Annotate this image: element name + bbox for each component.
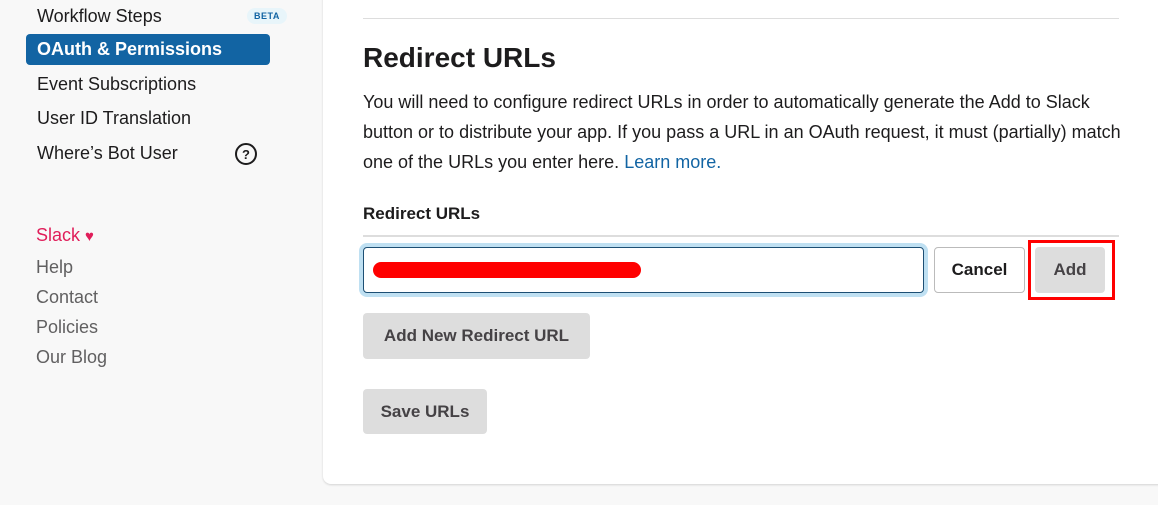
slack-label: Slack: [36, 225, 81, 245]
sidebar-item-label: OAuth & Permissions: [37, 39, 223, 59]
page: Workflow Steps BETA OAuth & Permissions …: [0, 0, 1158, 505]
section-description: You will need to configure redirect URLs…: [363, 87, 1123, 177]
section-divider: [363, 18, 1119, 19]
sidebar-footer: Slack ♥ Help Contact Policies Our Blog: [36, 220, 107, 372]
save-urls-button[interactable]: Save URLs: [363, 389, 487, 434]
sidebar-item-label: User ID Translation: [37, 108, 192, 128]
sidebar-item-label: Workflow Steps: [37, 6, 162, 26]
learn-more-link[interactable]: Learn more.: [624, 152, 721, 172]
heart-icon: ♥: [85, 228, 94, 245]
footer-link-policies[interactable]: Policies: [36, 312, 107, 342]
add-new-redirect-url-button[interactable]: Add New Redirect URL: [363, 313, 590, 359]
redirect-urls-card: Redirect URLs You will need to configure…: [323, 0, 1158, 484]
sidebar-item-oauth-permissions[interactable]: OAuth & Permissions: [26, 34, 270, 65]
sidebar-item-workflow-steps[interactable]: Workflow Steps BETA: [26, 1, 287, 32]
sidebar-item-label: Event Subscriptions: [37, 74, 197, 94]
redirect-urls-label: Redirect URLs: [363, 204, 481, 223]
sidebar-item-wheres-bot-user[interactable]: Where’s Bot User: [26, 138, 270, 169]
footer-link-slack[interactable]: Slack ♥: [36, 220, 107, 252]
add-button[interactable]: Add: [1035, 247, 1105, 293]
footer-link-our-blog[interactable]: Our Blog: [36, 342, 107, 372]
description-text: You will need to configure redirect URLs…: [363, 92, 1121, 172]
footer-link-help[interactable]: Help: [36, 252, 107, 282]
section-title: Redirect URLs: [363, 42, 556, 73]
sidebar: Workflow Steps BETA OAuth & Permissions …: [0, 0, 300, 505]
sidebar-item-user-id-translation[interactable]: User ID Translation: [26, 103, 270, 134]
redirect-url-input[interactable]: [363, 247, 924, 293]
beta-badge: BETA: [247, 8, 287, 24]
sidebar-item-label: Where’s Bot User: [37, 143, 178, 163]
footer-link-contact[interactable]: Contact: [36, 282, 107, 312]
cancel-button[interactable]: Cancel: [934, 247, 1025, 293]
label-divider: [363, 235, 1119, 237]
sidebar-item-event-subscriptions[interactable]: Event Subscriptions: [26, 69, 270, 100]
help-circle-icon[interactable]: ?: [235, 143, 257, 165]
